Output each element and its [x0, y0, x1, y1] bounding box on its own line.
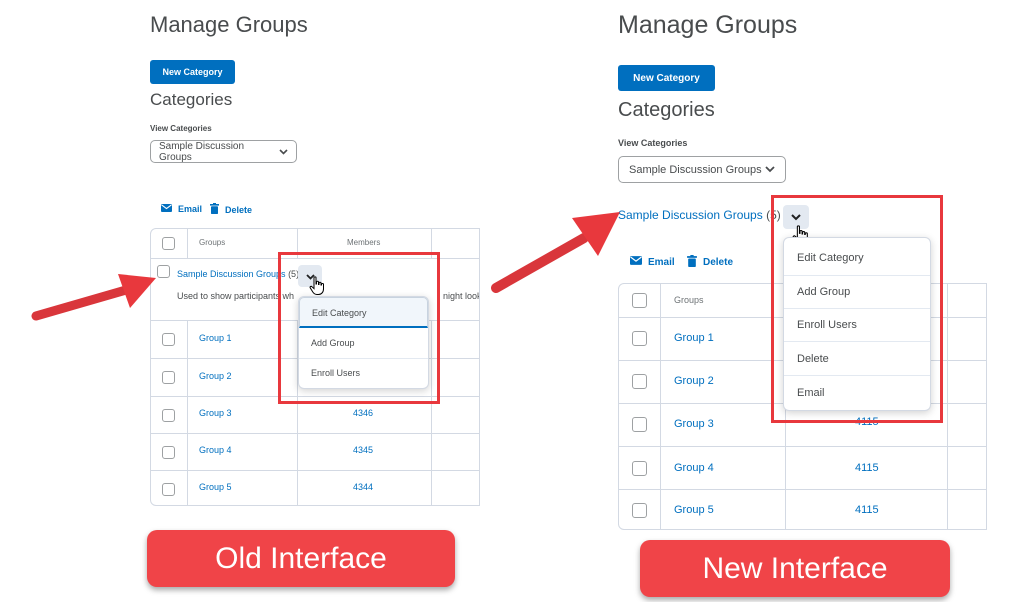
new-category-button[interactable]: New Category	[150, 60, 235, 84]
highlight-box	[771, 195, 943, 423]
view-categories-label: View Categories	[150, 124, 212, 133]
delete-button[interactable]: Delete	[210, 203, 252, 216]
envelope-icon	[161, 204, 172, 214]
select-all-checkbox[interactable]	[162, 237, 175, 250]
row-checkbox[interactable]	[632, 417, 647, 432]
group-link[interactable]: Group 1	[674, 332, 714, 344]
arrow-icon	[491, 212, 620, 293]
group-link[interactable]: Group 4	[199, 445, 232, 455]
view-categories-select[interactable]: Sample Discussion Groups	[618, 156, 786, 183]
row-checkbox[interactable]	[632, 503, 647, 518]
envelope-icon	[630, 256, 642, 268]
row-checkbox[interactable]	[632, 374, 647, 389]
group-link[interactable]: Group 3	[199, 408, 232, 418]
row-checkbox[interactable]	[162, 409, 175, 422]
highlight-box	[278, 252, 440, 404]
members-column-header: Members	[347, 238, 381, 247]
page-title: Manage Groups	[150, 12, 308, 37]
group-link[interactable]: Group 2	[674, 375, 714, 387]
chevron-down-icon	[765, 166, 775, 173]
category-link[interactable]: Sample Discussion Groups	[618, 208, 763, 222]
row-checkbox[interactable]	[162, 483, 175, 496]
categories-heading: Categories	[618, 99, 715, 121]
chevron-down-icon	[279, 148, 288, 155]
caption-new-interface: New Interface	[640, 540, 950, 597]
new-category-button[interactable]: New Category	[618, 65, 715, 91]
trash-icon	[687, 255, 697, 270]
members-count[interactable]: 4344	[353, 482, 373, 492]
caption-old-interface: Old Interface	[147, 530, 455, 587]
arrow-icon	[31, 274, 156, 321]
category-description: Used to show participants wh	[177, 291, 295, 301]
group-link[interactable]: Group 2	[199, 371, 232, 381]
row-checkbox[interactable]	[162, 333, 175, 346]
group-link[interactable]: Group 5	[199, 482, 232, 492]
row-checkbox[interactable]	[162, 446, 175, 459]
table-row: Group 5 4115	[619, 489, 986, 529]
select-all-checkbox[interactable]	[632, 293, 647, 308]
table-row: Group 4 4115	[619, 446, 986, 489]
select-value: Sample Discussion Groups	[629, 163, 762, 176]
select-value: Sample Discussion Groups	[159, 140, 245, 163]
members-count[interactable]: 4345	[353, 445, 373, 455]
row-checkbox[interactable]	[162, 371, 175, 384]
members-count[interactable]: 4346	[353, 408, 373, 418]
delete-button[interactable]: Delete	[687, 255, 733, 270]
table-row: Group 4 4345	[151, 433, 479, 470]
group-link[interactable]: Group 1	[199, 333, 232, 343]
trash-icon	[210, 203, 219, 216]
row-checkbox[interactable]	[632, 461, 647, 476]
category-description-tail: night look lik	[443, 291, 480, 301]
groups-column-header: Groups	[674, 295, 704, 305]
view-categories-label: View Categories	[618, 138, 688, 148]
groups-column-header: Groups	[199, 238, 226, 247]
page-title: Manage Groups	[618, 11, 798, 39]
email-button[interactable]: Email	[630, 256, 675, 268]
members-count[interactable]: 4115	[855, 462, 879, 474]
view-categories-select[interactable]: Sample Discussion Groups	[150, 140, 297, 163]
group-link[interactable]: Group 4	[674, 462, 714, 474]
row-checkbox[interactable]	[632, 331, 647, 346]
members-count[interactable]: 4115	[855, 504, 879, 516]
table-row: Group 5 4344	[151, 470, 479, 505]
categories-heading: Categories	[150, 90, 233, 109]
group-link[interactable]: Group 3	[674, 418, 714, 430]
category-link[interactable]: Sample Discussion Groups	[177, 269, 286, 279]
email-button[interactable]: Email	[161, 204, 202, 214]
group-link[interactable]: Group 5	[674, 504, 714, 516]
